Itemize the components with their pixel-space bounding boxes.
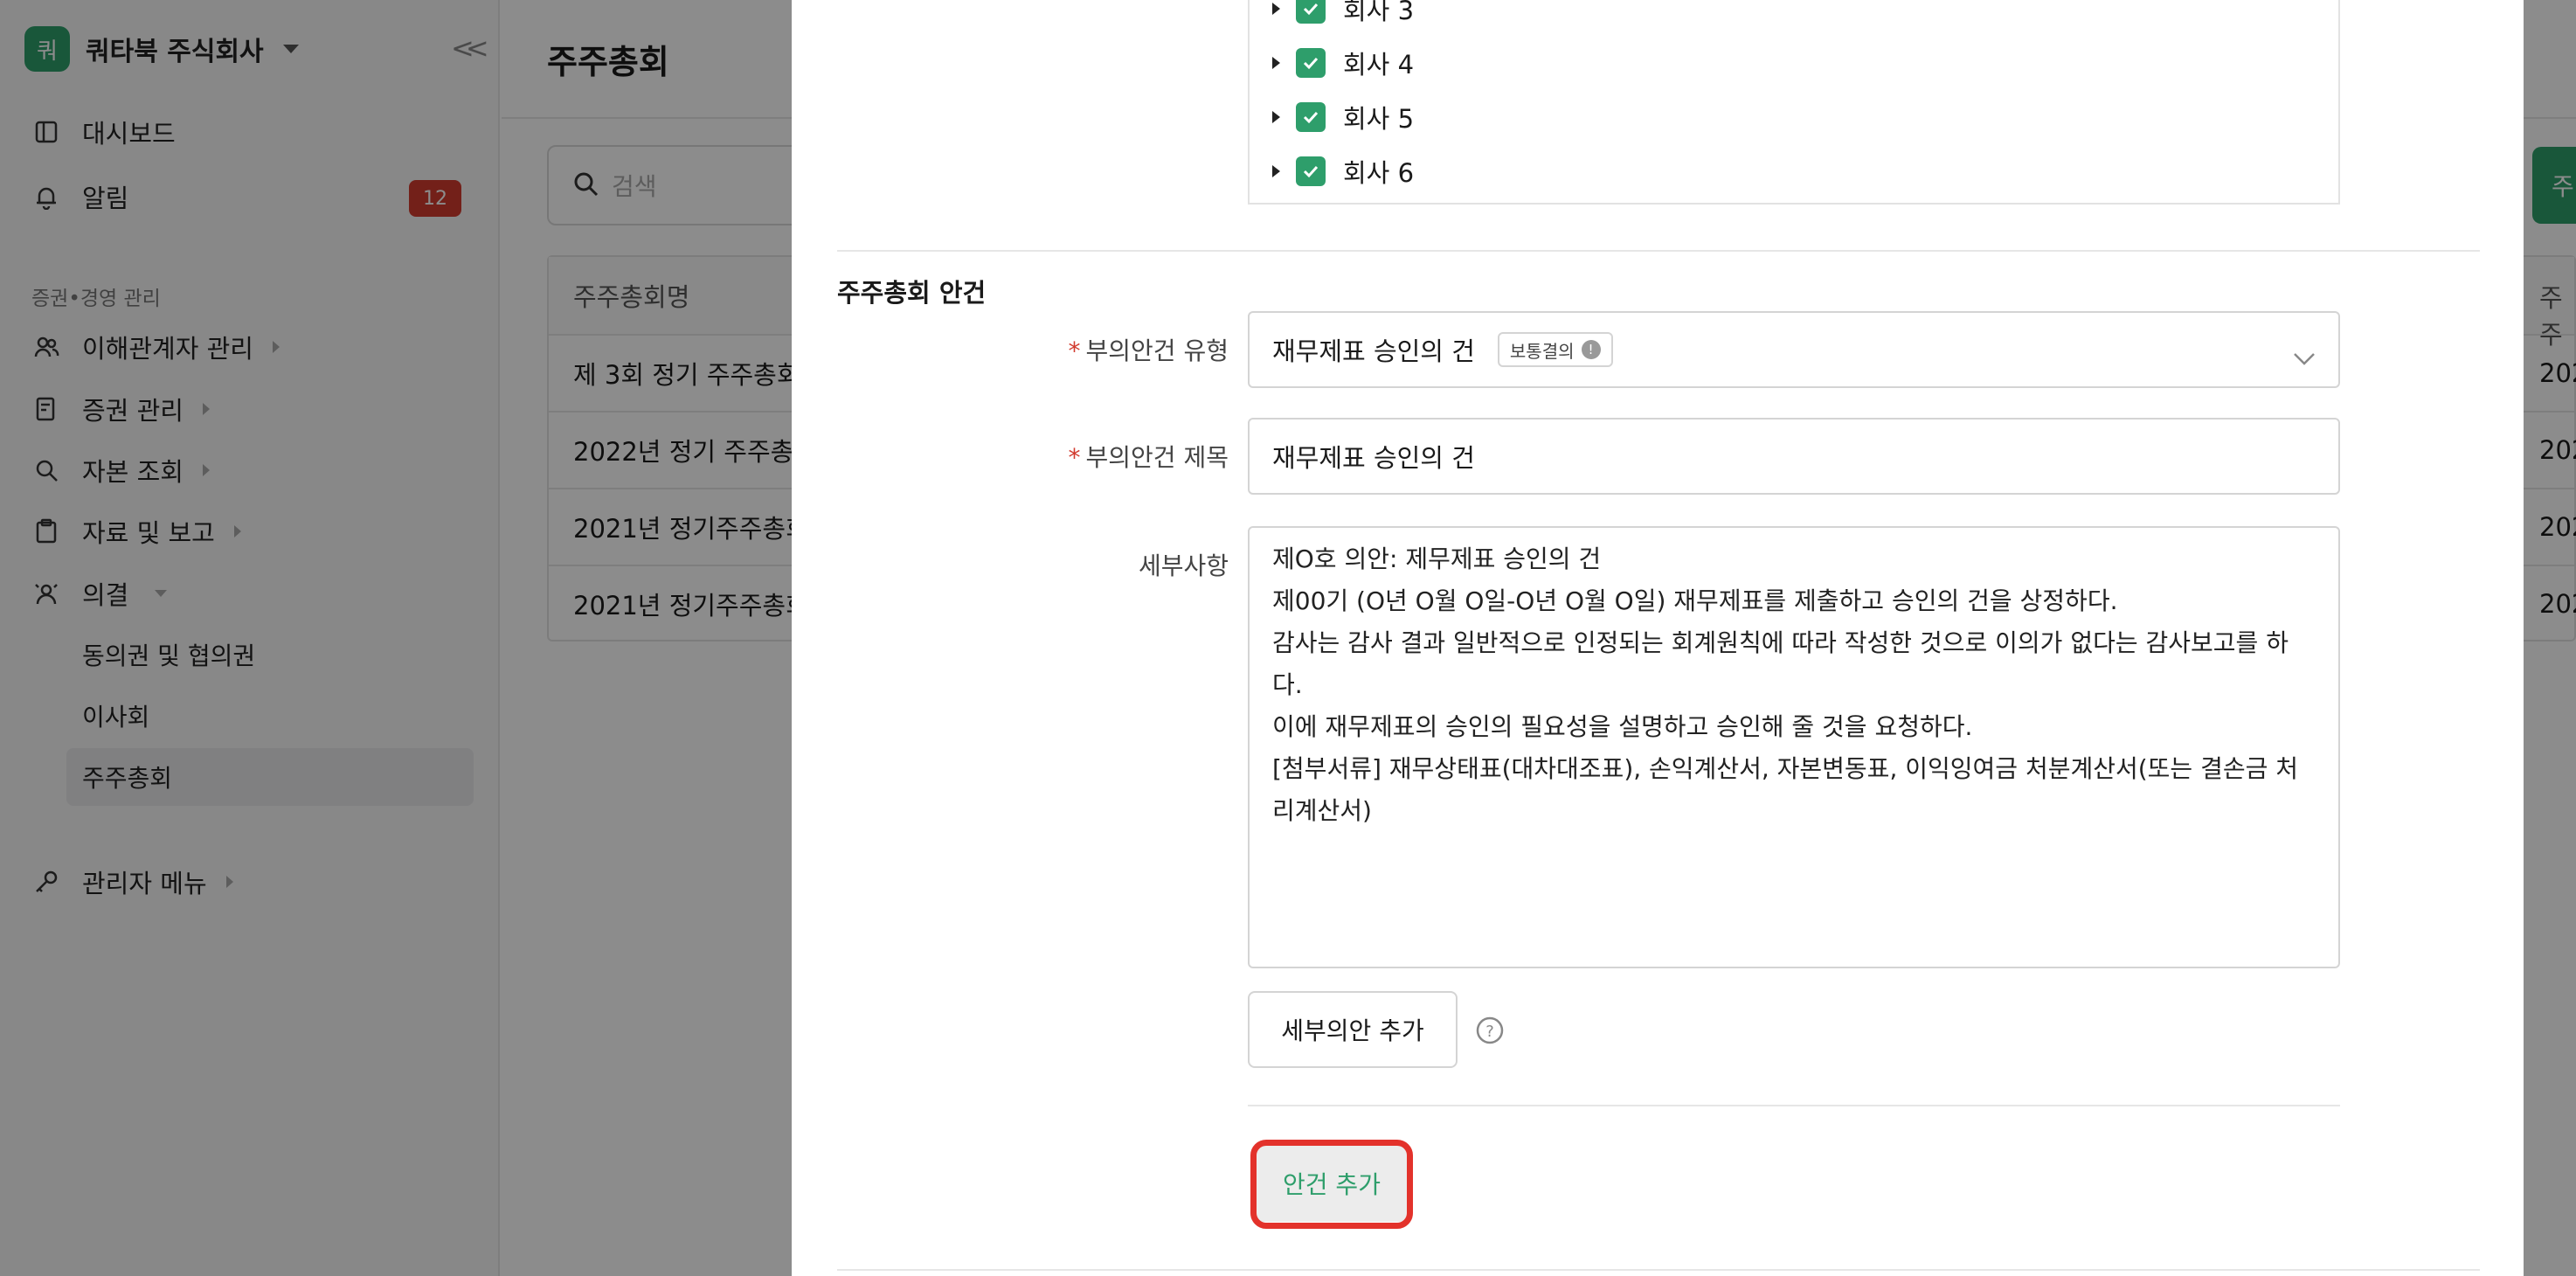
agenda-title-input[interactable]: 재무제표 승인의 건	[1248, 418, 2340, 495]
expand-icon[interactable]	[1272, 3, 1280, 15]
agenda-type-select[interactable]: 재무제표 승인의 건 보통결의 !	[1248, 311, 2340, 388]
agenda-title-value: 재무제표 승인의 건	[1272, 443, 1475, 473]
section-divider	[837, 1269, 2480, 1271]
tree-item-label: 회사 6	[1343, 158, 1415, 188]
highlight-box	[1250, 1140, 1413, 1229]
agenda-section-title: 주주총회 안건	[837, 278, 987, 308]
details-line: 감사는 감사 결과 일반적으로 인정되는 회계원칙에 따라 작성한 것으로 이의…	[1272, 628, 2289, 699]
help-icon[interactable]: ?	[1475, 1016, 1505, 1049]
tree-item-company[interactable]: 회사 4	[1272, 45, 1414, 80]
agenda-type-value: 재무제표 승인의 건	[1272, 336, 1475, 366]
agenda-modal: 회사 3 회사 4 회사 5 회사 6 주주총회 안건 * 부의안건 유형 재무…	[792, 0, 2524, 1276]
info-icon: !	[1581, 340, 1601, 359]
tree-item-label: 회사 5	[1343, 104, 1415, 134]
required-mark: *	[1068, 336, 1081, 365]
details-label: 세부사항	[1138, 551, 1229, 580]
tree-item-company[interactable]: 회사 3	[1272, 0, 1414, 26]
field-divider	[1248, 1105, 2340, 1106]
details-textarea[interactable]: 제O호 의안: 제무제표 승인의 건 제00기 (O년 O월 O일-O년 O월 …	[1248, 526, 2340, 968]
svg-text:?: ?	[1485, 1023, 1494, 1041]
details-line: [첨부서류] 재무상태표(대차대조표), 손익계산서, 자본변동표, 이익잉여금…	[1272, 754, 2299, 825]
resolution-type-tag: 보통결의 !	[1497, 332, 1613, 367]
tree-item-label: 회사 3	[1343, 0, 1415, 25]
agenda-title-label: * 부의안건 제목	[1068, 443, 1229, 472]
section-divider	[837, 250, 2480, 252]
checkbox-checked-icon[interactable]	[1296, 0, 1326, 24]
tree-item-company[interactable]: 회사 5	[1272, 100, 1414, 135]
checkbox-checked-icon[interactable]	[1296, 102, 1326, 132]
expand-icon[interactable]	[1272, 111, 1280, 123]
details-line: 이에 재무제표의 승인의 필요성을 설명하고 승인해 줄 것을 요청하다.	[1272, 712, 1973, 741]
add-sub-agenda-button[interactable]: 세부의안 추가	[1248, 991, 1458, 1068]
tree-item-label: 회사 4	[1343, 50, 1415, 80]
details-line: 제00기 (O년 O월 O일-O년 O월 O일) 재무제표를 제출하고 승인의 …	[1272, 586, 2118, 615]
chevron-down-icon	[2293, 343, 2316, 372]
checkbox-checked-icon[interactable]	[1296, 156, 1326, 186]
expand-icon[interactable]	[1272, 57, 1280, 69]
required-mark: *	[1068, 443, 1081, 472]
checkbox-checked-icon[interactable]	[1296, 48, 1326, 78]
agenda-type-label: * 부의안건 유형	[1068, 336, 1229, 365]
tree-item-company[interactable]: 회사 6	[1272, 154, 1414, 189]
expand-icon[interactable]	[1272, 165, 1280, 177]
details-line: 제O호 의안: 제무제표 승인의 건	[1272, 544, 1602, 573]
company-tree: 회사 3 회사 4 회사 5 회사 6	[1248, 0, 2340, 205]
